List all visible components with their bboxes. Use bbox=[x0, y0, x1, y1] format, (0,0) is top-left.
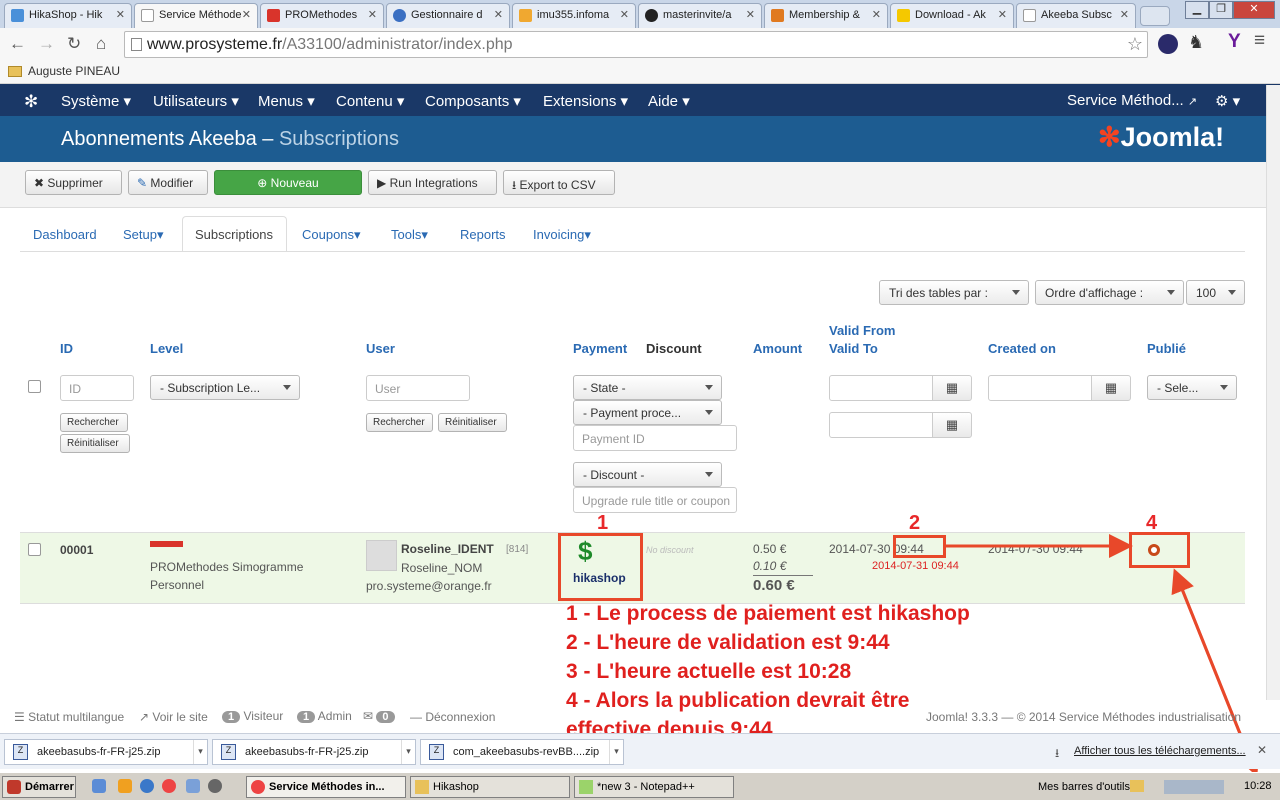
quicklaunch-icon[interactable] bbox=[118, 779, 132, 793]
language-icon: ☰ bbox=[14, 710, 25, 724]
taskbar-item-chrome[interactable]: Service Méthodes in... bbox=[246, 776, 406, 798]
visitors-status: 1 Visiteur bbox=[222, 709, 283, 723]
taskbar-item-notepad[interactable]: *new 3 - Notepad++ bbox=[574, 776, 734, 798]
toolbars-label[interactable]: Mes barres d'outils bbox=[1038, 781, 1130, 793]
show-all-downloads-link[interactable]: Afficher tous les téléchargements... bbox=[1074, 745, 1246, 757]
windows-icon bbox=[7, 780, 21, 794]
windows-taskbar: Démarrer Service Méthodes in... Hikashop… bbox=[0, 772, 1280, 800]
download-icon: ⭳ bbox=[1055, 746, 1060, 760]
annotation-note: 1 - Le process de paiement est hikashop bbox=[566, 602, 970, 625]
folder-icon bbox=[415, 780, 429, 794]
notepad-icon bbox=[579, 780, 593, 794]
quicklaunch-icon[interactable] bbox=[208, 779, 222, 793]
chevron-down-icon: ▾ bbox=[193, 740, 207, 764]
minus-icon: — bbox=[410, 710, 422, 724]
folder-icon[interactable] bbox=[1130, 780, 1144, 792]
download-item[interactable]: Zakeebasubs-fr-FR-j25.zip ▾ bbox=[212, 739, 416, 765]
mail-icon: ✉ bbox=[363, 709, 374, 723]
status-footer: ☰ Statut multilangue ↗ Voir le site 1 Vi… bbox=[0, 704, 1280, 732]
external-link-icon: ↗ bbox=[139, 710, 150, 724]
view-site-link[interactable]: ↗ Voir le site bbox=[139, 710, 208, 724]
taskbar-item-explorer[interactable]: Hikashop bbox=[410, 776, 570, 798]
admins-status: 1 Admin bbox=[297, 709, 352, 723]
messages-status[interactable]: ✉ 0 bbox=[363, 709, 395, 723]
chrome-icon bbox=[251, 780, 265, 794]
zip-file-icon: Z bbox=[13, 744, 28, 760]
chevron-down-icon: ▾ bbox=[401, 740, 415, 764]
quicklaunch-icon[interactable] bbox=[140, 779, 154, 793]
multilang-status[interactable]: ☰ Statut multilangue bbox=[14, 710, 124, 724]
quicklaunch-icon[interactable] bbox=[92, 779, 106, 793]
clock: 10:28 bbox=[1244, 780, 1272, 792]
version-info: Joomla! 3.3.3 — © 2014 Service Méthodes … bbox=[926, 710, 1242, 724]
download-item[interactable]: Zakeebasubs-fr-FR-j25.zip ▾ bbox=[4, 739, 208, 765]
chevron-down-icon: ▾ bbox=[609, 740, 623, 764]
download-item[interactable]: Zcom_akeebasubs-revBB....zip ▾ bbox=[420, 739, 624, 765]
quicklaunch-icon[interactable] bbox=[186, 779, 200, 793]
annotation-note: 3 - L'heure actuelle est 10:28 bbox=[566, 660, 852, 683]
logout-link[interactable]: — Déconnexion bbox=[410, 710, 495, 724]
download-bar: Zakeebasubs-fr-FR-j25.zip ▾ Zakeebasubs-f… bbox=[0, 733, 1280, 769]
annotation-note: 2 - L'heure de validation est 9:44 bbox=[566, 631, 890, 654]
close-icon[interactable]: ✕ bbox=[1257, 743, 1267, 757]
zip-file-icon: Z bbox=[221, 744, 236, 760]
zip-file-icon: Z bbox=[429, 744, 444, 760]
start-button[interactable]: Démarrer bbox=[2, 776, 76, 798]
tray-icons[interactable] bbox=[1164, 780, 1224, 794]
chrome-icon[interactable] bbox=[162, 779, 176, 793]
